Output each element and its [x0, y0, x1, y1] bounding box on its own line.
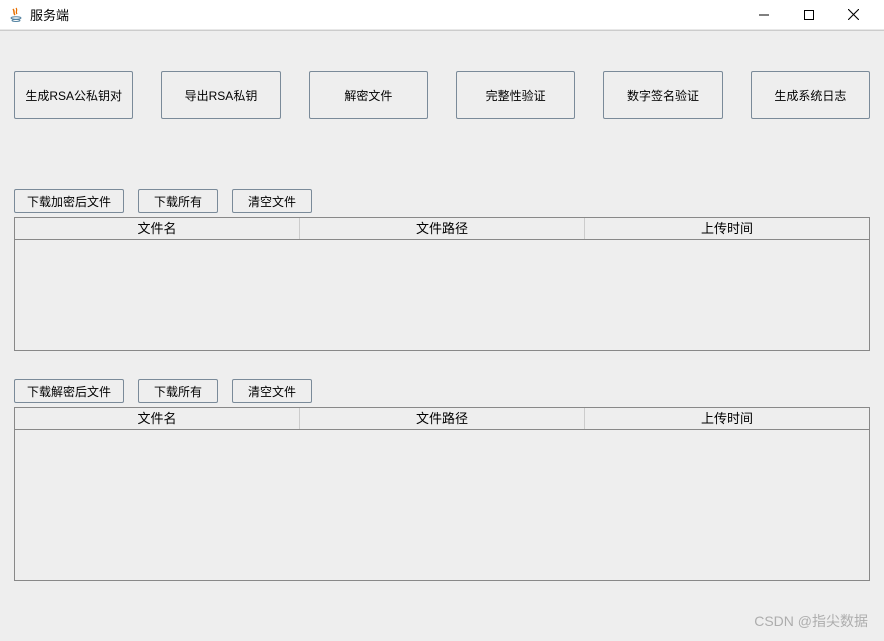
encrypted-files-actions: 下载加密后文件 下载所有 清空文件 — [14, 189, 870, 213]
generate-system-log-button[interactable]: 生成系统日志 — [751, 71, 870, 119]
download-all-encrypted-button[interactable]: 下载所有 — [138, 189, 218, 213]
generate-rsa-keypair-button[interactable]: 生成RSA公私钥对 — [14, 71, 133, 119]
window-title: 服务端 — [30, 5, 69, 24]
maximize-button[interactable] — [786, 1, 831, 29]
close-button[interactable] — [831, 1, 876, 29]
col-uploadtime: 上传时间 — [585, 408, 869, 429]
watermark: CSDN @指尖数据 — [754, 611, 868, 631]
clear-encrypted-button[interactable]: 清空文件 — [232, 189, 312, 213]
titlebar: 服务端 — [0, 0, 884, 30]
encrypted-files-section: 下载加密后文件 下载所有 清空文件 文件名 文件路径 上传时间 — [0, 189, 884, 351]
decrypted-table-body — [15, 430, 869, 580]
window-controls — [741, 1, 876, 29]
decrypted-files-table[interactable]: 文件名 文件路径 上传时间 — [14, 407, 870, 581]
minimize-button[interactable] — [741, 1, 786, 29]
col-filename: 文件名 — [15, 218, 300, 239]
main-toolbar: 生成RSA公私钥对 导出RSA私钥 解密文件 完整性验证 数字签名验证 生成系统… — [0, 31, 884, 119]
clear-decrypted-button[interactable]: 清空文件 — [232, 379, 312, 403]
download-encrypted-button[interactable]: 下载加密后文件 — [14, 189, 124, 213]
decrypt-file-button[interactable]: 解密文件 — [309, 71, 428, 119]
col-filepath: 文件路径 — [300, 218, 585, 239]
encrypted-table-header: 文件名 文件路径 上传时间 — [15, 218, 869, 240]
encrypted-table-body — [15, 240, 869, 350]
java-icon — [8, 7, 24, 23]
encrypted-files-table[interactable]: 文件名 文件路径 上传时间 — [14, 217, 870, 351]
col-uploadtime: 上传时间 — [585, 218, 869, 239]
integrity-check-button[interactable]: 完整性验证 — [456, 71, 575, 119]
decrypted-files-actions: 下载解密后文件 下载所有 清空文件 — [14, 379, 870, 403]
download-decrypted-button[interactable]: 下载解密后文件 — [14, 379, 124, 403]
content-area: 生成RSA公私钥对 导出RSA私钥 解密文件 完整性验证 数字签名验证 生成系统… — [0, 30, 884, 641]
export-rsa-private-button[interactable]: 导出RSA私钥 — [161, 71, 280, 119]
col-filepath: 文件路径 — [300, 408, 585, 429]
col-filename: 文件名 — [15, 408, 300, 429]
download-all-decrypted-button[interactable]: 下载所有 — [138, 379, 218, 403]
decrypted-files-section: 下载解密后文件 下载所有 清空文件 文件名 文件路径 上传时间 — [0, 379, 884, 581]
digital-signature-verify-button[interactable]: 数字签名验证 — [603, 71, 722, 119]
decrypted-table-header: 文件名 文件路径 上传时间 — [15, 408, 869, 430]
